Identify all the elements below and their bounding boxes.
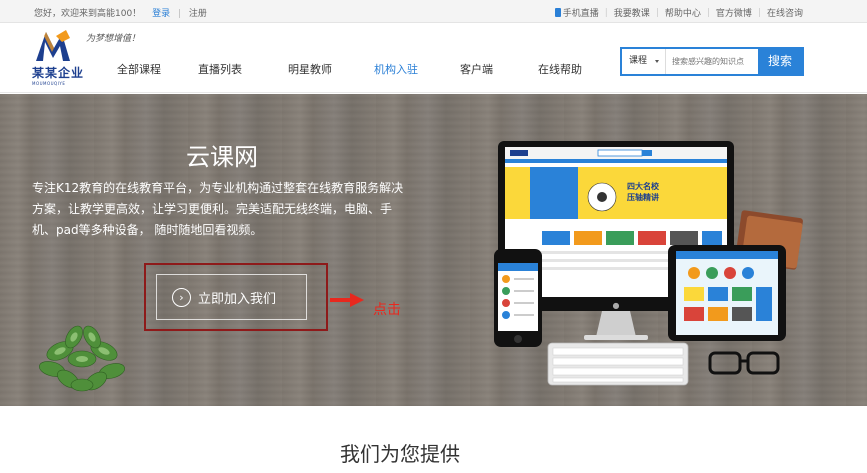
logo-m-icon	[36, 30, 70, 61]
logo[interactable]: 某某企业 MOUMOUQIYE	[32, 28, 92, 90]
divider: |	[604, 7, 608, 18]
register-link[interactable]: 注册	[189, 9, 207, 19]
nav-all-courses[interactable]: 全部课程	[117, 61, 161, 77]
arrow-right-circle-icon: ›	[172, 287, 191, 307]
logo-name: 某某企业	[32, 66, 85, 80]
top-link-teach[interactable]: 我要教课	[614, 6, 650, 19]
top-link-consult[interactable]: 在线咨询	[767, 6, 803, 19]
apple-logo-icon: ●	[613, 301, 620, 310]
logo-subtitle: MOUMOUQIYE	[32, 81, 66, 86]
welcome-area: 您好，欢迎来到高能100！ 登录 | 注册	[34, 6, 207, 19]
divider: |	[655, 7, 659, 18]
top-link-help[interactable]: 帮助中心	[665, 6, 701, 19]
banner-description: 专注K12教育的在线教育平台，为专业机构通过整套在线教育服务解决方案，让教学更高…	[32, 181, 404, 237]
top-bar: 您好，欢迎来到高能100！ 登录 | 注册 手机直播 | 我要教课 | 帮助中心…	[0, 0, 867, 23]
divider: |	[177, 9, 181, 19]
join-us-button[interactable]: › 立即加入我们	[156, 274, 307, 320]
search-button[interactable]: 搜索	[758, 49, 802, 74]
mobile-icon	[554, 8, 561, 17]
top-link-weibo[interactable]: 官方微博	[716, 6, 752, 19]
search-bar: 课程 搜索	[620, 47, 804, 76]
red-arrow-icon	[330, 293, 364, 307]
section-title: 我们为您提供	[340, 442, 460, 466]
divider: |	[757, 7, 761, 18]
nav-star-teachers[interactable]: 明星教师	[288, 61, 332, 77]
banner-title: 云课网	[186, 143, 258, 171]
join-us-label: 立即加入我们	[198, 291, 277, 307]
top-links: 手机直播 | 我要教课 | 帮助中心 | 官方微博 | 在线咨询	[554, 6, 803, 19]
divider: |	[706, 7, 710, 18]
search-input[interactable]	[666, 49, 758, 74]
nav-client[interactable]: 客户端	[460, 61, 493, 77]
welcome-text: 您好，欢迎来到高能100！	[34, 9, 142, 19]
nav-online-help[interactable]: 在线帮助	[538, 61, 582, 77]
search-category-select[interactable]: 课程	[622, 49, 666, 74]
hero-banner: 云课网 专注K12教育的在线教育平台，为专业机构通过整套在线教育服务解决方案，让…	[0, 94, 867, 406]
screen-banner-line2: 压轴精讲	[627, 192, 659, 202]
click-annotation: 点击	[373, 302, 401, 318]
slogan: 为梦想增值！	[86, 34, 141, 44]
nav-live-list[interactable]: 直播列表	[198, 61, 242, 77]
potted-plant-image	[39, 325, 125, 392]
devices-mockup-image: 四大名校 压轴精讲 ●	[494, 141, 803, 386]
login-link[interactable]: 登录	[152, 9, 170, 19]
nav-institution-join[interactable]: 机构入驻	[374, 61, 418, 77]
screen-banner-line1: 四大名校	[627, 181, 660, 191]
top-link-mobile-live[interactable]: 手机直播	[563, 6, 599, 19]
